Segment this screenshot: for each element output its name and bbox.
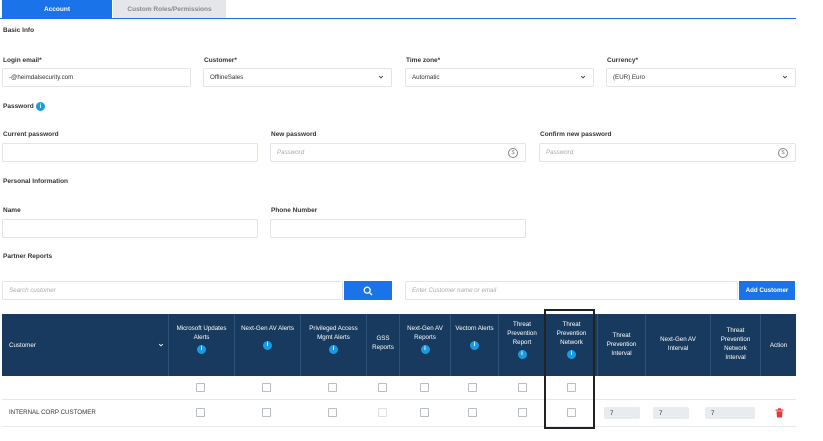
basic-info-title: Basic Info [3,27,35,34]
search-customer-input[interactable]: Search customer [2,281,343,300]
new-password-input[interactable]: Password $ [270,143,526,162]
column-label: GSS Reports [372,335,394,351]
column-label: Threat Prevention Report [507,321,537,346]
info-icon[interactable]: i [470,341,479,350]
column-action: Action [761,314,796,376]
phone-number-input[interactable] [270,219,526,238]
select-all-privileged-access-checkbox[interactable] [328,383,337,392]
column-privileged-access-mgmt-alerts: Privileged Access Mgmt Alerts i [301,314,367,376]
login-email-input[interactable]: -@heimdalsecurity.com [2,68,191,87]
vectorn-alerts-checkbox[interactable] [468,408,477,417]
column-label: Threat Prevention Network Interval [720,327,751,361]
microsoft-updates-alerts-checkbox[interactable] [196,408,205,417]
tab-custom-roles-permissions[interactable]: Custom Roles/Permissions [113,0,226,18]
page-edge [806,0,823,441]
column-label: Next-Gen AV Reports [407,325,443,341]
threat-prevention-report-checkbox[interactable] [518,408,527,417]
search-button[interactable] [344,281,392,300]
time-zone-select[interactable]: Automatic [405,68,594,87]
info-icon[interactable]: i [36,102,45,111]
currency-label: Currency* [607,57,639,64]
column-vectorn-alerts: Vectorn Alerts i [451,314,499,376]
current-password-label: Current password [3,131,59,138]
select-all-next-gen-av-alerts-checkbox[interactable] [262,383,271,392]
customer-name-email-placeholder: Enter Customer name or email [412,287,497,294]
new-password-placeholder: Password [277,149,305,156]
trash-icon[interactable] [775,408,784,418]
select-all-gss-reports-checkbox[interactable] [378,383,387,392]
info-icon[interactable]: i [420,345,430,354]
table-row [2,376,796,400]
new-password-label: New password [271,131,317,138]
column-label: Customer [9,342,36,349]
chevron-down-icon [782,75,788,79]
confirm-password-input[interactable]: Password $ [539,143,796,162]
chevron-down-icon [580,75,586,79]
personal-info-title: Personal Information [3,178,69,185]
column-label: Threat Prevention Interval [606,332,637,357]
currency-select[interactable]: (EUR) Euro [606,68,796,87]
info-icon[interactable]: i [517,350,527,359]
tab-bar: Account Custom Roles/Permissions [0,0,796,19]
show-password-icon[interactable]: $ [778,148,788,158]
select-all-next-gen-av-reports-checkbox[interactable] [420,383,429,392]
column-label: Next-Gen AV Alerts [241,325,294,332]
column-threat-prevention-interval: Threat Prevention Interval [598,314,646,376]
info-icon[interactable]: i [329,345,338,354]
privileged-access-checkbox[interactable] [328,408,337,417]
time-zone-value: Automatic [412,74,440,81]
column-next-gen-av-interval: Next-Gen AV Interval [646,314,711,376]
customer-label: Customer* [204,57,237,64]
chevron-down-icon [378,75,384,79]
currency-value: (EUR) Euro [613,74,645,81]
gss-reports-checkbox[interactable] [378,408,387,417]
column-next-gen-av-alerts: Next-Gen AV Alerts i [235,314,301,376]
login-email-value: -@heimdalsecurity.com [9,74,74,81]
select-all-microsoft-updates-alerts-checkbox[interactable] [196,383,205,392]
column-label: Privileged Access Mgmt Alerts [309,325,358,341]
tab-account[interactable]: Account [2,0,112,18]
next-gen-av-reports-checkbox[interactable] [420,408,429,417]
chevron-down-icon [158,343,164,347]
column-label: Next-Gen AV Interval [660,336,696,352]
table-row: INTERNAL CORP CUSTOMER 7 7 7 [2,400,796,427]
confirm-password-label: Confirm new password [540,131,612,138]
customer-name: INTERNAL CORP CUSTOMER [9,409,96,416]
info-icon[interactable]: i [263,341,272,350]
select-all-threat-prevention-report-checkbox[interactable] [518,383,527,392]
name-label: Name [3,207,21,214]
password-title: Password [3,103,34,110]
column-next-gen-av-reports: Next-Gen AV Reports i [400,314,451,376]
next-gen-av-alerts-checkbox[interactable] [262,408,271,417]
select-all-vectorn-alerts-checkbox[interactable] [468,383,477,392]
time-zone-label: Time zone* [406,57,441,64]
customer-value: OfflineSales [210,74,244,81]
column-microsoft-updates-alerts: Microsoft Updates Alerts i [169,314,235,376]
show-password-icon[interactable]: $ [508,148,518,158]
add-customer-button[interactable]: Add Customer [739,281,795,300]
column-label: Vectorn Alerts [455,325,494,332]
column-threat-prevention-report: Threat Prevention Report i [499,314,546,376]
confirm-password-placeholder: Password [546,149,574,156]
column-gss-reports: GSS Reports [367,314,400,376]
phone-number-label: Phone Number [271,207,318,214]
login-email-label: Login email* [3,57,42,64]
column-customer[interactable]: Customer [2,314,169,376]
customer-select[interactable]: OfflineSales [203,68,392,87]
column-label: Microsoft Updates Alerts [176,325,227,341]
search-customer-placeholder: Search customer [9,287,56,294]
search-icon [363,286,373,295]
threat-prevention-interval-input[interactable]: 7 [604,407,640,419]
column-label: Action [769,342,788,349]
partner-reports-title: Partner Reports [3,253,53,260]
name-input[interactable] [2,219,258,238]
next-gen-av-interval-input[interactable]: 7 [653,407,689,419]
current-password-input[interactable] [2,143,258,162]
info-icon[interactable]: i [197,345,206,354]
column-threat-prevention-network-interval: Threat Prevention Network Interval [711,314,761,376]
column-highlight-box [544,309,595,429]
partner-reports-table-header: Customer Microsoft Updates Alerts i Next-… [2,314,796,376]
customer-name-email-input[interactable]: Enter Customer name or email [405,281,738,300]
threat-prevention-network-interval-input[interactable]: 7 [705,407,755,419]
